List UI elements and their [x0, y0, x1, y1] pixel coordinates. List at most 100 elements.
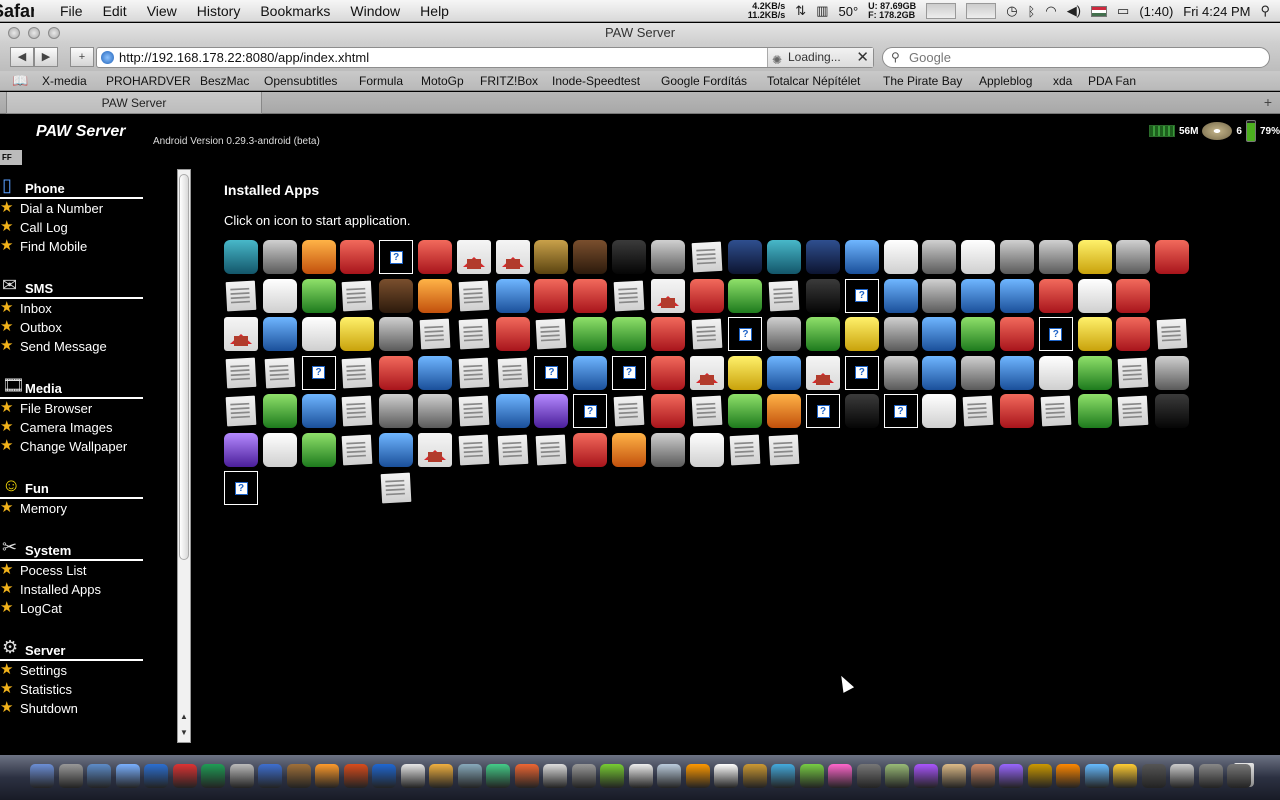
sidebar-item-shutdown[interactable]: ★ Shutdown: [0, 699, 150, 718]
gold-app-icon[interactable]: [340, 317, 375, 351]
sound-app-icon[interactable]: [883, 278, 918, 313]
wifi-router-app-icon[interactable]: [1077, 355, 1112, 390]
menu-help[interactable]: Help: [410, 0, 459, 22]
coffee-app-icon[interactable]: [573, 240, 608, 274]
dock-app-icon[interactable]: [771, 764, 795, 788]
dock-app-icon[interactable]: [1141, 764, 1166, 788]
robot-app-icon[interactable]: [418, 240, 452, 274]
tools-app-icon[interactable]: [1116, 278, 1151, 313]
home-app-icon[interactable]: [418, 432, 452, 467]
magic-hat-app-icon[interactable]: [1155, 394, 1190, 428]
search-input[interactable]: ⚲ Google: [882, 47, 1270, 68]
document-app-icon[interactable]: [1156, 318, 1188, 350]
mailbox-app-icon[interactable]: [301, 317, 336, 351]
police-car-app-icon[interactable]: [806, 240, 840, 274]
cars-lite-app-icon[interactable]: [534, 278, 569, 313]
laser-app-icon[interactable]: [728, 240, 763, 274]
bookmark-opensubtitles[interactable]: Opensubtitles: [264, 71, 337, 91]
document-app-icon[interactable]: [691, 395, 722, 427]
music-app-icon[interactable]: [922, 240, 957, 274]
sun-gear-app-icon[interactable]: [844, 317, 879, 351]
pacman-app-icon[interactable]: [1077, 317, 1112, 351]
network-icon[interactable]: ⇅: [795, 3, 806, 19]
dock-app-icon[interactable]: [30, 764, 54, 788]
android-app-icon[interactable]: [1077, 240, 1112, 274]
bookmark-totalcar[interactable]: Totalcar Népítélet: [767, 71, 860, 91]
dock-app-icon[interactable]: [514, 764, 539, 788]
shazam-app-icon[interactable]: [573, 355, 608, 390]
calendar-app-icon[interactable]: [612, 432, 646, 467]
dock-app-icon[interactable]: [628, 764, 653, 788]
document-app-icon[interactable]: [1118, 395, 1149, 427]
document-app-icon[interactable]: [342, 434, 373, 465]
unknown-app-icon[interactable]: ?: [534, 355, 569, 390]
home-app-icon[interactable]: [495, 240, 530, 274]
bookmark-fritzbox[interactable]: FRITZ!Box: [480, 71, 538, 91]
dock-app-icon[interactable]: [343, 764, 368, 788]
sidebar-item-logcat[interactable]: ★ LogCat: [0, 599, 150, 618]
add-bookmark-button[interactable]: +: [70, 47, 94, 67]
sidebar-item-memory[interactable]: ★ Memory: [0, 499, 150, 518]
unknown-app-icon[interactable]: ?: [1038, 317, 1073, 351]
clock-widget-app-icon[interactable]: [1000, 240, 1034, 274]
sidebar-item-file-browser[interactable]: ★ File Browser: [0, 399, 150, 418]
bookmark-pirate-bay[interactable]: The Pirate Bay: [883, 71, 962, 91]
keyboard-app-icon[interactable]: [612, 317, 646, 351]
rifle-app-icon[interactable]: [806, 278, 840, 313]
document-app-icon[interactable]: [458, 318, 490, 350]
bookmarks-book-icon[interactable]: 📖: [12, 71, 28, 91]
document-app-icon[interactable]: [768, 280, 800, 311]
bookmark-prohardver[interactable]: PROHARDVER: [106, 71, 191, 91]
time-machine-icon[interactable]: ◷: [1006, 3, 1017, 19]
document-app-icon[interactable]: [264, 357, 296, 388]
compass-app-icon[interactable]: [224, 240, 258, 274]
sidebar-item-outbox[interactable]: ★ Outbox: [0, 318, 150, 337]
bookmark-xda[interactable]: xda: [1053, 71, 1072, 91]
piano-app-icon[interactable]: [1038, 355, 1073, 390]
scrollbar-thumb[interactable]: [179, 174, 189, 560]
disk-stats[interactable]: U: 87.69GB F: 178.2GB: [868, 2, 916, 20]
dock-app-icon[interactable]: [714, 764, 738, 788]
scroll-down-arrow-icon[interactable]: ▼: [180, 728, 188, 737]
barcode-app-icon[interactable]: [573, 278, 608, 313]
music-app-icon[interactable]: [379, 394, 414, 428]
dock-app-icon[interactable]: [885, 764, 909, 788]
search-app-icon[interactable]: [612, 240, 646, 274]
ball-app-icon[interactable]: [767, 317, 802, 351]
document-app-icon[interactable]: [419, 318, 451, 350]
document-app-icon[interactable]: [225, 280, 257, 311]
sidebar-item-installed-apps[interactable]: ★ Installed Apps: [0, 580, 150, 599]
sim-settings-app-icon[interactable]: [458, 357, 490, 388]
alarm-clock-app-icon[interactable]: [844, 240, 879, 274]
sim-settings-app-icon[interactable]: [613, 280, 645, 311]
unknown-app-icon[interactable]: ?: [844, 355, 879, 390]
document-app-icon[interactable]: [225, 395, 257, 427]
weather-app-icon[interactable]: [767, 394, 802, 428]
dock-app-icon[interactable]: [486, 764, 510, 788]
bird-app-icon[interactable]: [728, 278, 763, 313]
swiftp-app-icon[interactable]: [340, 240, 375, 274]
skull-app-icon[interactable]: [379, 278, 414, 313]
zoom-window-button[interactable]: [48, 27, 60, 39]
back-button[interactable]: ◀: [10, 47, 34, 67]
dock-app-icon[interactable]: [172, 764, 197, 788]
document-app-icon[interactable]: [497, 357, 528, 388]
document-app-icon[interactable]: [691, 241, 722, 273]
mail-app-icon[interactable]: [650, 317, 685, 351]
close-window-button[interactable]: [8, 27, 20, 39]
dock-app-icon[interactable]: [913, 764, 938, 788]
dial-app-icon[interactable]: [418, 394, 452, 428]
dock-app-icon[interactable]: [457, 764, 482, 788]
dock-app-icon[interactable]: [742, 764, 767, 788]
battery-icon[interactable]: ▭: [1117, 3, 1129, 19]
card-app-icon[interactable]: [728, 355, 763, 390]
dock-app-icon[interactable]: [571, 764, 596, 788]
microphone-app-icon[interactable]: [650, 394, 685, 428]
document-app-icon[interactable]: [458, 434, 490, 465]
stop-loading-icon[interactable]: ✕: [856, 48, 869, 67]
dock-app-icon[interactable]: [1198, 764, 1223, 788]
dock-app-icon[interactable]: [87, 764, 111, 788]
maps-app-icon[interactable]: [379, 432, 414, 467]
bookmark-inode-speedtest[interactable]: Inode-Speedtest: [552, 71, 640, 91]
document-app-icon[interactable]: [342, 395, 373, 427]
